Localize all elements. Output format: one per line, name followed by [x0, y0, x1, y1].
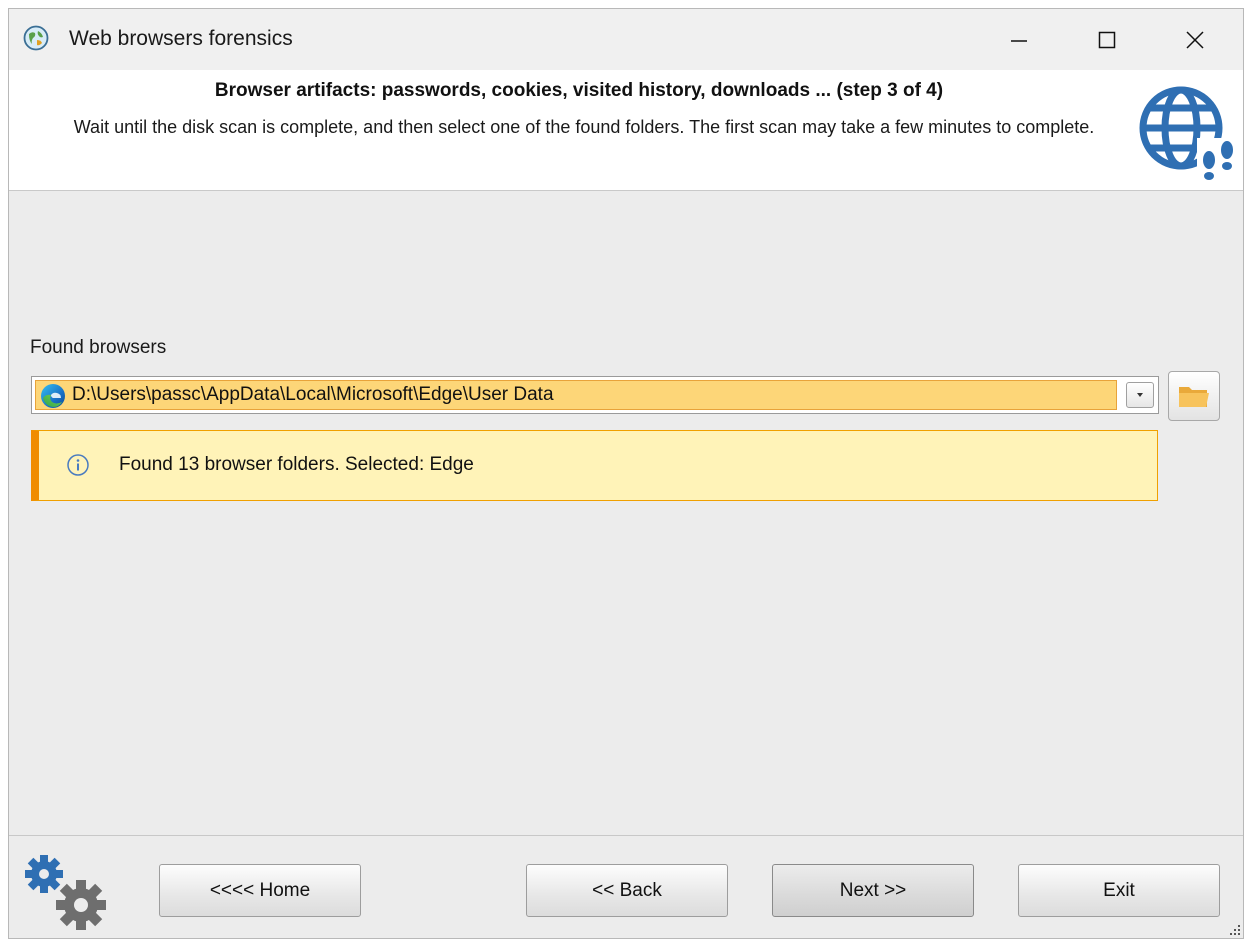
browser-folder-field[interactable]: D:\Users\passc\AppData\Local\Microsoft\E… [35, 380, 1117, 410]
browse-folder-button[interactable] [1168, 371, 1220, 421]
info-icon [67, 454, 89, 476]
selected-browser-path: D:\Users\passc\AppData\Local\Microsoft\E… [72, 384, 554, 405]
info-message: Found 13 browser folders. Selected: Edge [119, 454, 474, 475]
gears-icon [25, 855, 106, 930]
minimize-button[interactable] [975, 9, 1063, 70]
found-browsers-label: Found browsers [30, 337, 167, 358]
maximize-button[interactable] [1063, 9, 1151, 70]
resize-grip-icon[interactable] [1227, 922, 1241, 936]
close-button[interactable] [1151, 9, 1239, 70]
footer-divider [9, 835, 1243, 836]
title-bar[interactable]: Web browsers forensics [9, 9, 1243, 70]
step-description: Wait until the disk scan is complete, an… [73, 117, 1095, 137]
browser-folder-combobox[interactable]: D:\Users\passc\AppData\Local\Microsoft\E… [31, 376, 1159, 414]
window-title: Web browsers forensics [69, 27, 293, 50]
globe-footprints-icon [1139, 86, 1239, 184]
exit-button[interactable]: Exit [1018, 864, 1220, 917]
scan-result-info-panel: Found 13 browser folders. Selected: Edge [31, 430, 1158, 501]
maximize-icon [1098, 31, 1116, 48]
main-window: Web browsers forensics Browser artifacts… [8, 8, 1244, 939]
combobox-dropdown-button[interactable] [1126, 382, 1154, 408]
home-button[interactable]: <<<< Home [159, 864, 361, 917]
edge-icon [41, 384, 65, 408]
folder-icon [1179, 387, 1209, 407]
minimize-icon [1011, 39, 1027, 42]
step-title: Browser artifacts: passwords, cookies, v… [214, 80, 944, 101]
next-button[interactable]: Next >> [772, 864, 974, 917]
app-globe-icon [23, 25, 49, 51]
back-button[interactable]: << Back [526, 864, 728, 917]
chevron-down-icon [1137, 393, 1143, 397]
close-icon [1186, 30, 1204, 49]
wizard-header: Browser artifacts: passwords, cookies, v… [9, 70, 1243, 191]
